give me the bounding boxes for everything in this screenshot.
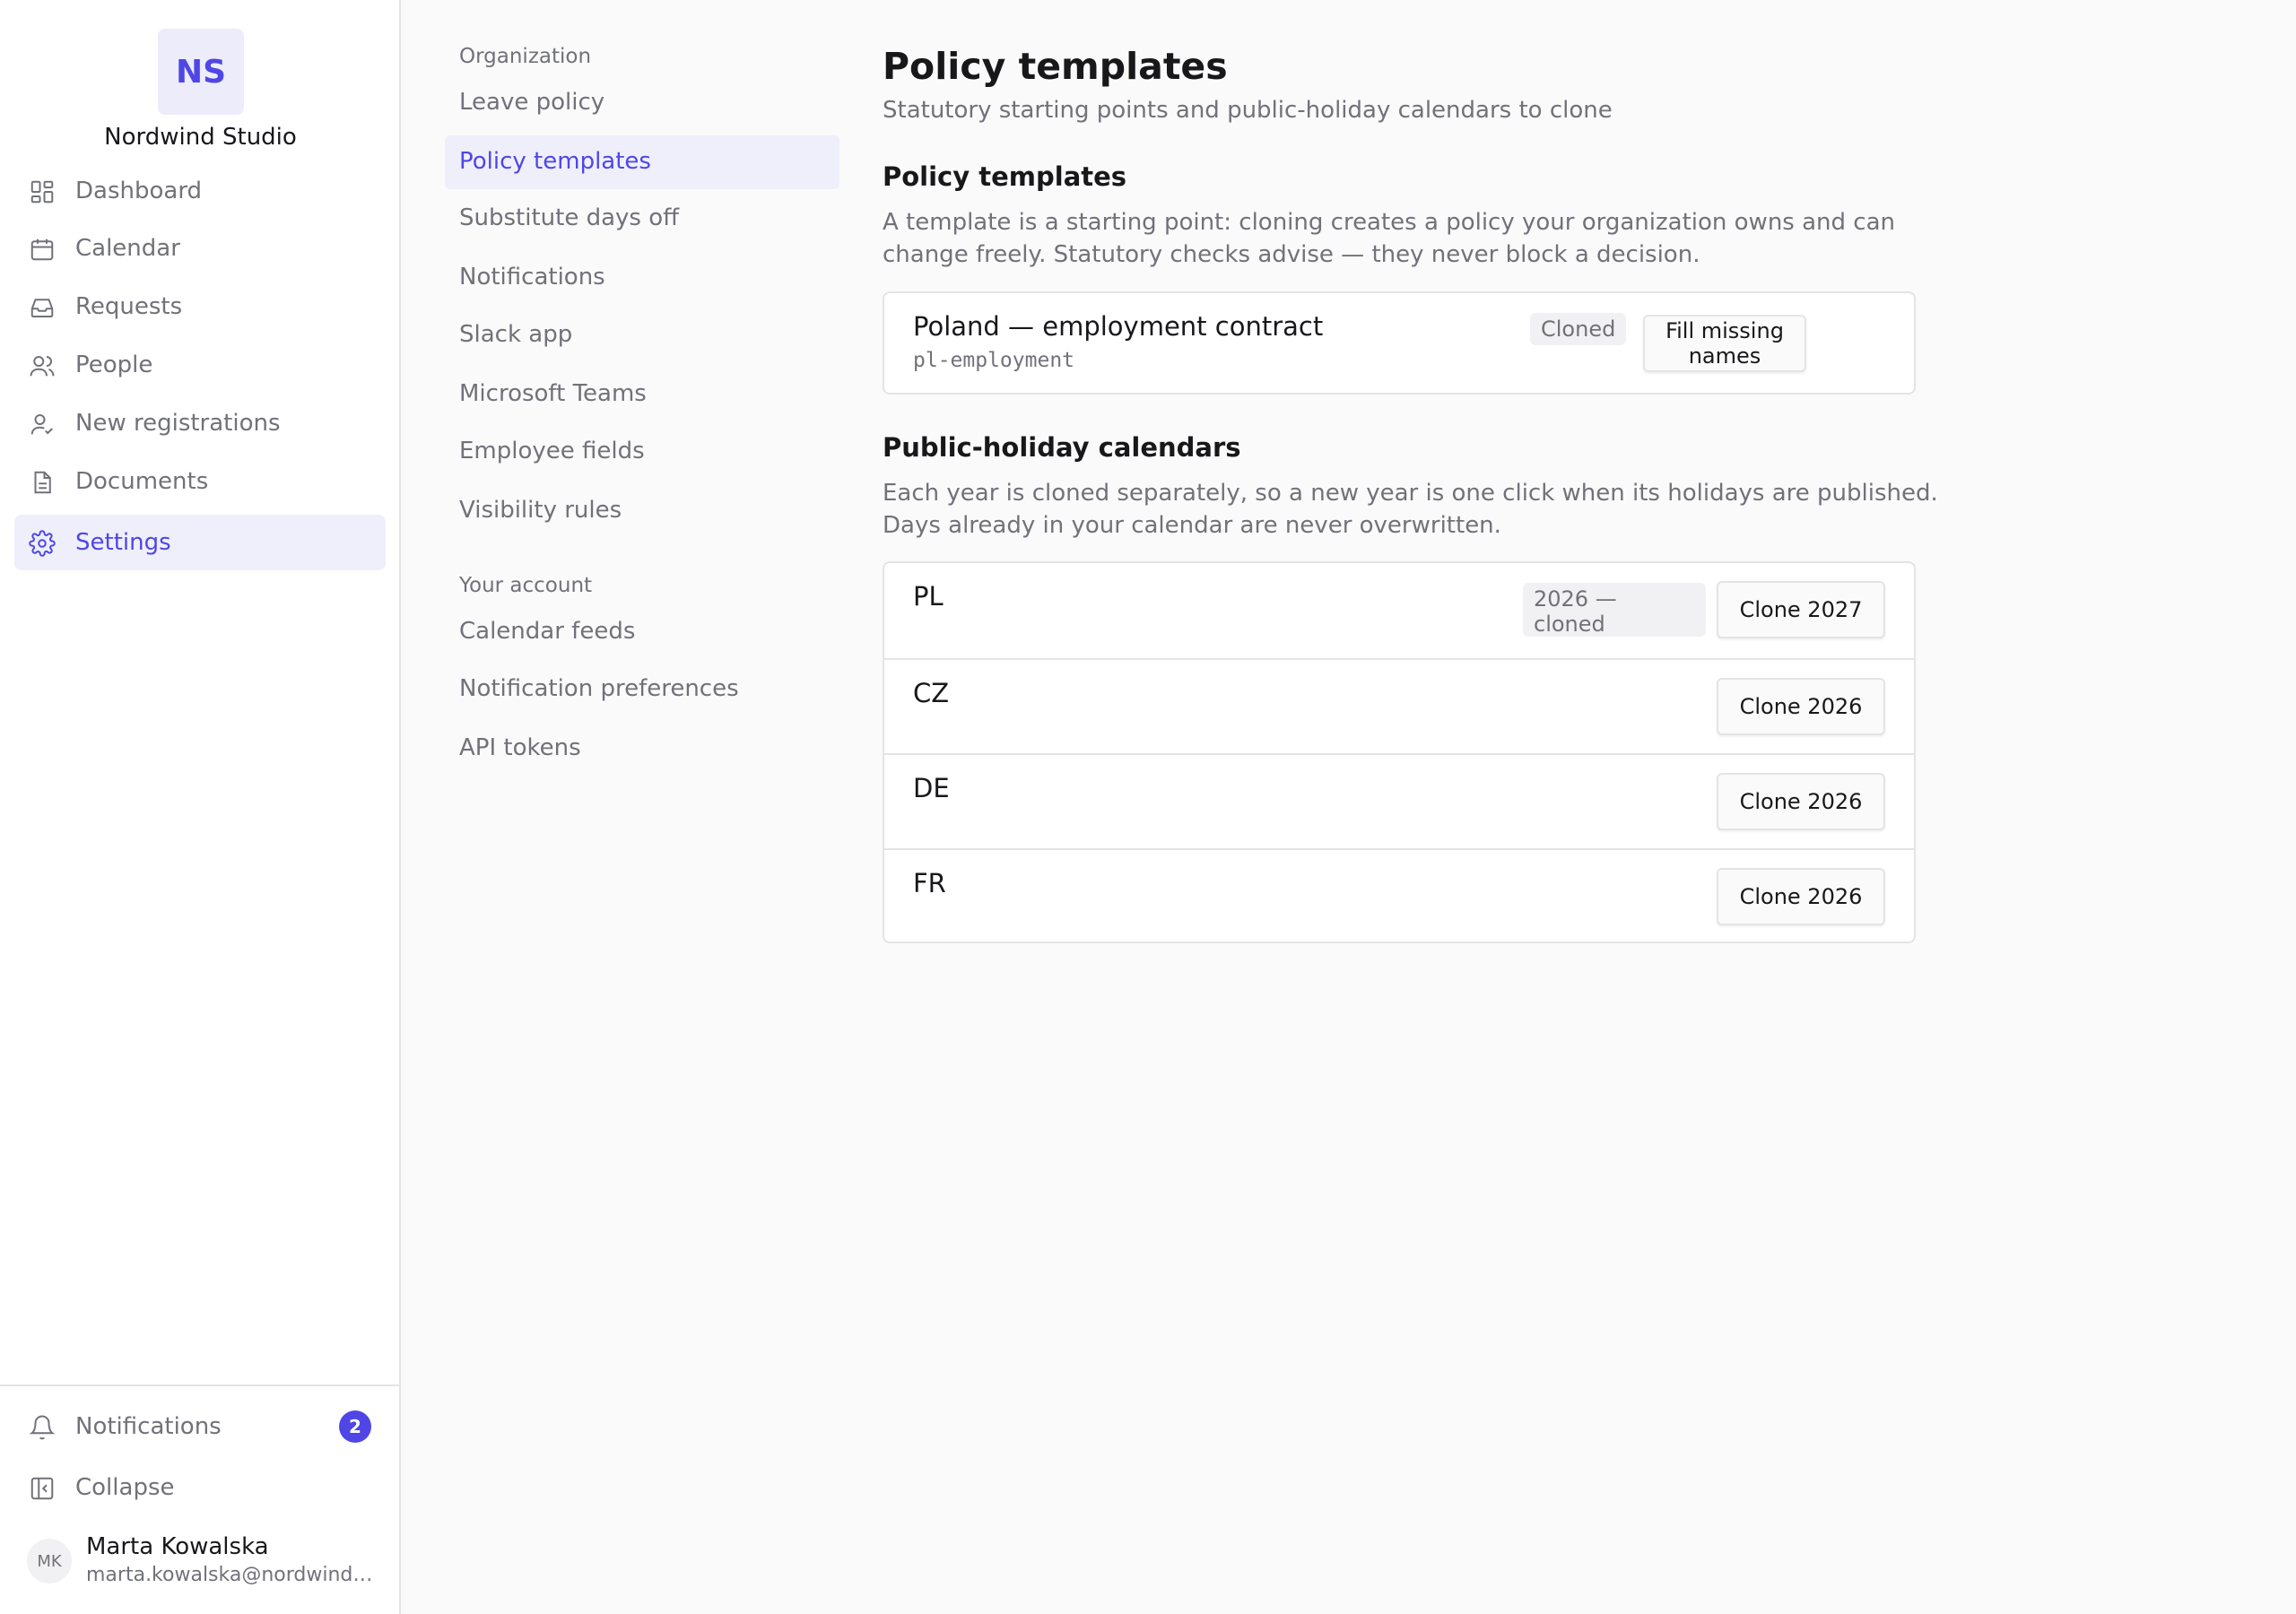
sidebar-item-calendar[interactable]: Calendar <box>14 221 386 276</box>
sidebar-item-people[interactable]: People <box>14 337 386 393</box>
holidays-section-title: Public-holiday calendars <box>883 432 1241 463</box>
user-name: Marta Kowalska <box>86 1533 269 1560</box>
holiday-calendars-card: PL 2026 — cloned Clone 2027 CZ Clone 202… <box>883 561 1916 943</box>
subnav-item-visibility-rules[interactable]: Visibility rules <box>445 484 839 538</box>
sidebar-item-label: Dashboard <box>75 178 203 204</box>
status-badge: Cloned <box>1530 313 1627 345</box>
subnav-heading-organization: Organization <box>459 45 592 68</box>
brand-name: Nordwind Studio <box>104 124 297 151</box>
holiday-row: DE Clone 2026 <box>884 753 1914 848</box>
subnav-item-label: Calendar feeds <box>459 618 636 645</box>
calendar-icon <box>29 236 56 263</box>
subnav-item-label: Notifications <box>459 264 605 291</box>
subnav-item-slack-app[interactable]: Slack app <box>445 308 839 362</box>
document-icon <box>29 469 56 496</box>
dashboard-icon <box>29 178 56 205</box>
sidebar-notifications[interactable]: Notifications 2 <box>14 1399 386 1454</box>
sidebar-item-documents[interactable]: Documents <box>14 454 386 509</box>
sidebar-item-settings[interactable]: Settings <box>14 515 386 570</box>
subnav-item-employee-fields[interactable]: Employee fields <box>445 425 839 479</box>
subnav-item-api-tokens[interactable]: API tokens <box>445 722 839 776</box>
user-check-icon <box>29 411 56 438</box>
country-code: CZ <box>913 678 950 708</box>
fill-missing-names-button[interactable]: Fill missing names <box>1643 315 1806 372</box>
sidebar-collapse[interactable]: Collapse <box>14 1460 386 1515</box>
clone-year-button[interactable]: Clone 2026 <box>1717 773 1885 830</box>
clone-year-button[interactable]: Clone 2026 <box>1717 868 1885 925</box>
brand-logo[interactable]: NS <box>158 29 244 115</box>
bell-icon <box>29 1414 56 1441</box>
holidays-section-description: Each year is cloned separately, so a new… <box>883 480 1938 539</box>
sidebar-item-label: Calendar <box>75 235 180 262</box>
holiday-row: CZ Clone 2026 <box>884 658 1914 753</box>
template-code: pl-employment <box>913 349 1075 372</box>
holiday-row: FR Clone 2026 <box>884 848 1914 941</box>
status-badge: 2026 — cloned <box>1523 583 1706 637</box>
inbox-icon <box>29 294 56 321</box>
subnav-item-calendar-feeds[interactable]: Calendar feeds <box>445 605 839 659</box>
subnav-item-label: Microsoft Teams <box>459 380 647 407</box>
subnav-item-label: Substitute days off <box>459 204 680 231</box>
clone-year-button[interactable]: Clone 2027 <box>1717 581 1885 638</box>
subnav-item-leave-policy[interactable]: Leave policy <box>445 76 839 130</box>
templates-section-description: A template is a starting point: cloning … <box>883 209 1895 268</box>
sidebar-item-label: New registrations <box>75 410 281 437</box>
sidebar-item-new-registrations[interactable]: New registrations <box>14 395 386 451</box>
sidebar-item-label: Settings <box>75 529 171 556</box>
user-email: marta.kowalska@nordwind.studio <box>86 1564 373 1586</box>
sidebar-divider <box>0 1384 399 1386</box>
sidebar: NS Nordwind Studio Dashboard Calendar Re… <box>0 0 401 1614</box>
subnav-item-microsoft-teams[interactable]: Microsoft Teams <box>445 368 839 421</box>
template-name: Poland — employment contract <box>913 311 1324 342</box>
holiday-row: PL 2026 — cloned Clone 2027 <box>884 563 1914 658</box>
clone-year-button[interactable]: Clone 2026 <box>1717 678 1885 735</box>
subnav-item-label: Policy templates <box>459 148 651 175</box>
templates-section-title: Policy templates <box>883 161 1127 192</box>
sidebar-item-dashboard[interactable]: Dashboard <box>14 163 386 219</box>
subnav-item-substitute-days-off[interactable]: Substitute days off <box>445 192 839 246</box>
collapse-sidebar-icon <box>29 1475 56 1502</box>
sidebar-notifications-label: Notifications <box>75 1413 222 1440</box>
subnav-item-label: Notification preferences <box>459 675 739 702</box>
subnav-heading-your-account: Your account <box>459 574 593 597</box>
subnav-item-label: API tokens <box>459 734 581 761</box>
avatar[interactable]: MK <box>27 1539 72 1584</box>
subnav-item-label: Visibility rules <box>459 497 622 524</box>
subnav-item-notification-preferences[interactable]: Notification preferences <box>445 663 839 716</box>
notifications-count-badge: 2 <box>339 1410 371 1443</box>
country-code: DE <box>913 773 950 803</box>
sidebar-collapse-label: Collapse <box>75 1474 175 1501</box>
sidebar-item-label: Documents <box>75 468 209 495</box>
subnav-item-notifications[interactable]: Notifications <box>445 251 839 305</box>
subnav-item-policy-templates[interactable]: Policy templates <box>445 135 839 189</box>
people-icon <box>29 352 56 379</box>
template-card: Poland — employment contract pl-employme… <box>883 291 1916 395</box>
country-code: PL <box>913 581 944 612</box>
country-code: FR <box>913 868 946 898</box>
sidebar-item-label: People <box>75 351 153 378</box>
gear-icon <box>29 530 56 557</box>
subnav-item-label: Slack app <box>459 321 573 348</box>
sidebar-item-label: Requests <box>75 293 183 320</box>
subnav-item-label: Leave policy <box>459 89 605 116</box>
page-title: Policy templates <box>883 45 1228 88</box>
page-subtitle: Statutory starting points and public-hol… <box>883 97 1613 124</box>
sidebar-item-requests[interactable]: Requests <box>14 279 386 334</box>
subnav-item-label: Employee fields <box>459 438 645 464</box>
